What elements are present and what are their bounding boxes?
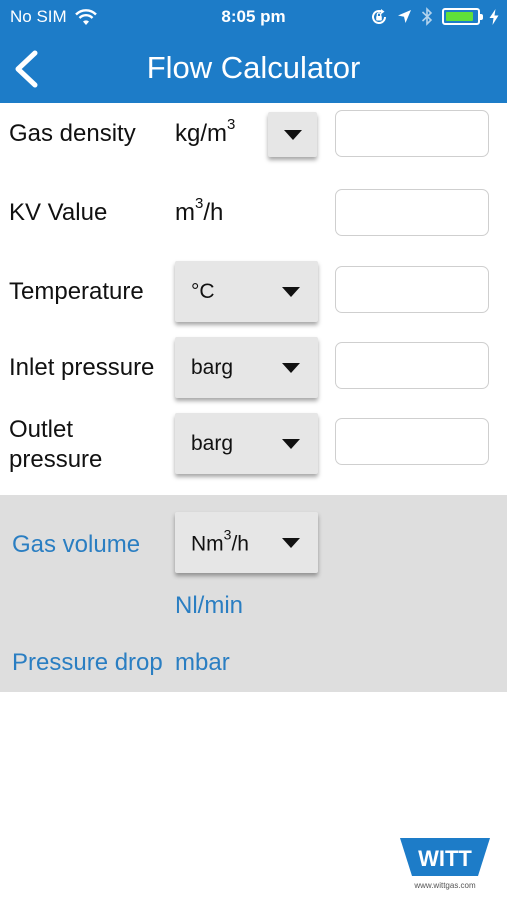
outlet-pressure-label: Outlet pressure [9,415,102,475]
temperature-unit-dropdown[interactable]: °C [175,261,318,322]
logo-url: www.wittgas.com [413,881,476,890]
outlet-pressure-unit-value: barg [191,431,234,455]
pressure-drop-unit: mbar [175,649,230,676]
pressure-drop-label: Pressure drop [12,649,163,676]
gas-density-unit-text: kg/m [175,120,228,147]
gas-volume-unit-sup: 3 [223,526,232,542]
gas-volume-label: Gas volume [12,531,141,558]
logo-text: WITT [418,846,472,871]
gas-volume-unit-value: Nm3/h [191,526,249,556]
chevron-down-icon [284,129,302,140]
inlet-pressure-label: Inlet pressure [9,354,155,381]
status-bar: No SIM 8:05 pm [0,0,507,35]
witt-logo: WITT www.wittgas.com [400,838,490,890]
nav-bar: Flow Calculator [0,35,507,103]
outlet-pressure-label-line2: pressure [9,446,103,473]
inlet-pressure-input[interactable] [335,342,489,389]
kv-unit-prefix: m [175,199,195,226]
gas-density-unit-dropdown[interactable] [268,112,317,157]
outlet-pressure-unit-dropdown[interactable]: barg [175,413,318,474]
gas-volume-unit-dropdown[interactable]: Nm3/h [175,512,318,573]
gas-volume-unit-suffix: /h [231,532,249,555]
temperature-label: Temperature [9,278,144,305]
inlet-pressure-unit-value: barg [191,355,234,379]
status-right [370,7,499,26]
gas-volume-unit-prefix: Nm [191,532,224,555]
charging-bolt-icon [489,8,499,25]
gas-density-label: Gas density [9,120,136,147]
outlet-pressure-label-line1: Outlet [9,416,74,443]
chevron-down-icon [282,362,300,373]
chevron-down-icon [282,286,300,297]
gas-density-input[interactable] [335,110,489,157]
kv-unit-sup: 3 [195,195,204,212]
temperature-input[interactable] [335,266,489,313]
gas-volume-alt-unit: Nl/min [175,592,244,619]
page-title: Flow Calculator [146,50,361,85]
chevron-down-icon [282,537,300,548]
gas-density-unit: kg/m3 [175,116,236,148]
bluetooth-icon [421,7,433,26]
kv-unit-suffix: /h [203,199,224,226]
orientation-lock-icon [372,8,386,24]
inlet-pressure-unit-dropdown[interactable]: barg [175,337,318,398]
chevron-down-icon [282,438,300,449]
location-arrow-icon [398,10,411,23]
outlet-pressure-input[interactable] [335,418,489,465]
battery-icon [442,8,483,25]
kv-value-label: KV Value [9,199,108,226]
results-panel: Gas volume Nm3/h Nl/min Pressure drop mb… [0,495,507,692]
battery-fill [446,12,474,21]
temperature-unit-value: °C [191,279,215,303]
kv-value-input[interactable] [335,189,489,236]
gas-density-unit-sup: 3 [227,116,236,133]
kv-value-unit: m3/h [175,195,224,227]
